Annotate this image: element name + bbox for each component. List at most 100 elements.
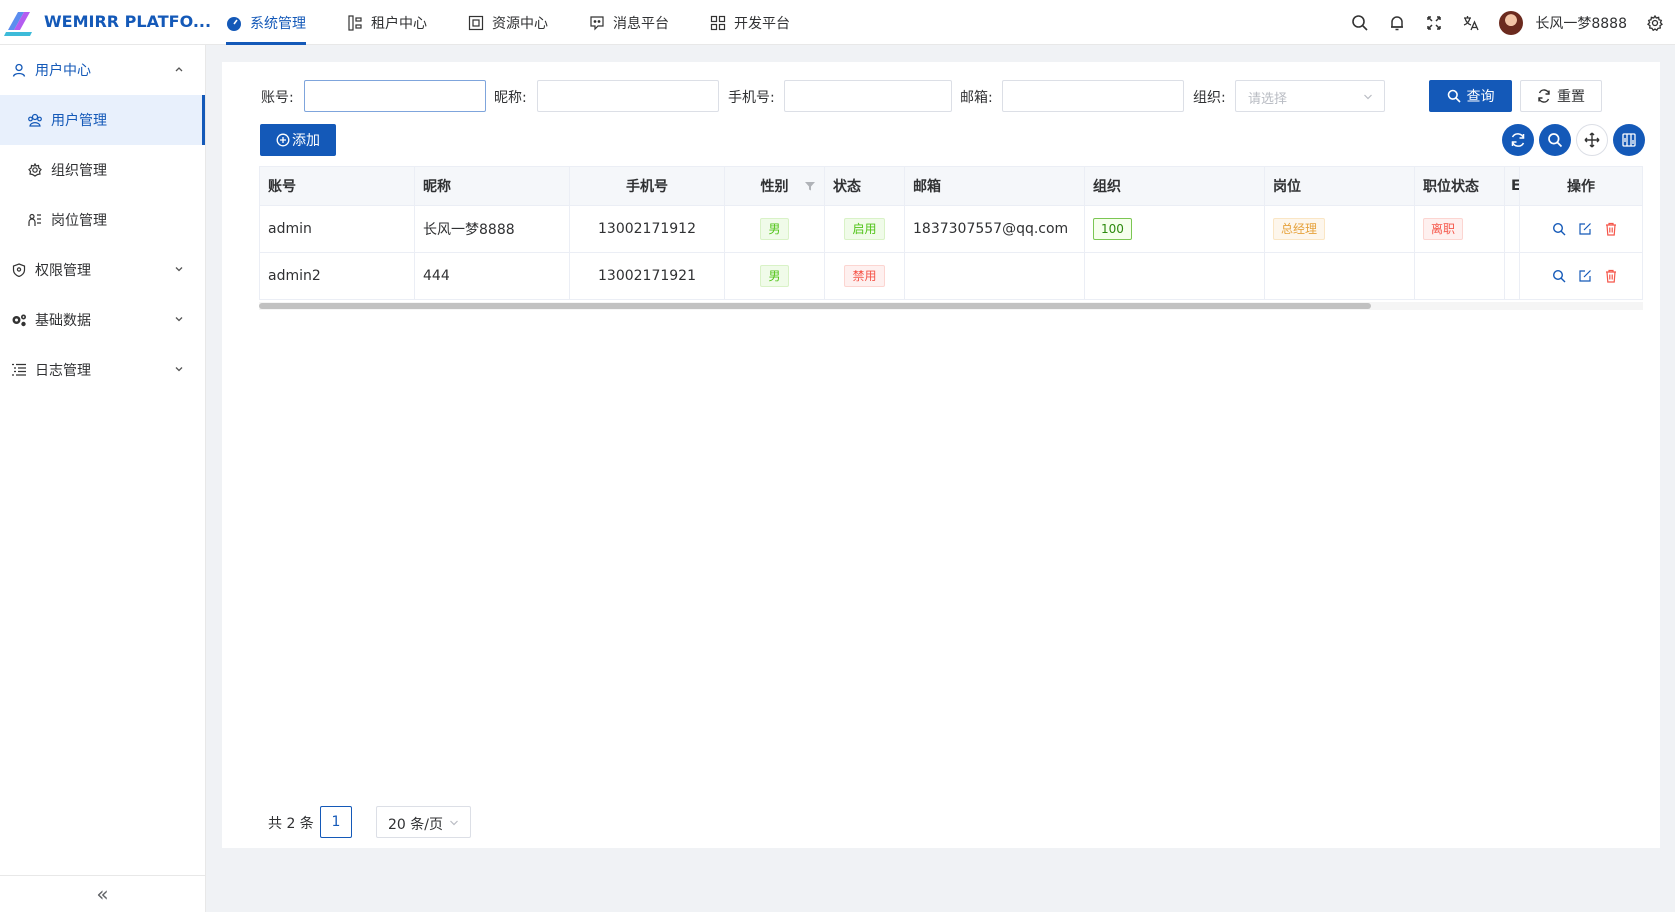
- reset-button[interactable]: 重置: [1520, 80, 1602, 112]
- view-icon[interactable]: [1552, 269, 1566, 283]
- top-nav: 系统管理 租户中心 资源中心 消息平台 开发平台: [226, 0, 831, 45]
- org-select[interactable]: 请选择: [1235, 80, 1385, 112]
- cell-email: [905, 253, 1085, 299]
- column-settings-icon: [1622, 133, 1636, 147]
- email-input[interactable]: [1002, 80, 1184, 112]
- sidebar-collapse-button[interactable]: «: [0, 875, 205, 912]
- topnav-message[interactable]: 消息平台: [589, 0, 669, 45]
- sidebar-group-label: 权限管理: [35, 263, 91, 279]
- topnav-label: 租户中心: [371, 15, 427, 32]
- column-header-actions: 操作: [1567, 179, 1595, 195]
- page-button-current[interactable]: 1: [320, 806, 352, 838]
- sidebar-group-logs[interactable]: 日志管理: [0, 345, 205, 395]
- shield-icon: [11, 262, 27, 278]
- search-icon: [1548, 133, 1563, 148]
- column-header-nickname[interactable]: 昵称: [415, 167, 570, 205]
- chevron-up-icon: [173, 63, 185, 75]
- column-header-truncated[interactable]: E: [1505, 167, 1520, 205]
- cell-truncated: [1505, 206, 1520, 252]
- column-header-mobile[interactable]: 手机号: [570, 167, 725, 205]
- sidebar-group-label: 日志管理: [35, 363, 91, 379]
- sidebar-group-user-center[interactable]: 用户中心: [0, 45, 205, 95]
- column-header-sex[interactable]: 性别: [725, 167, 825, 205]
- cell-sex: 男: [725, 253, 825, 299]
- table-row[interactable]: admin2 444 13002171921 男 禁用: [259, 253, 1643, 300]
- refresh-icon: [1511, 133, 1525, 147]
- filter-icon[interactable]: [804, 180, 816, 192]
- account-input[interactable]: [304, 80, 486, 112]
- dev-icon: [710, 15, 726, 31]
- post-icon: [27, 212, 43, 228]
- view-icon[interactable]: [1552, 222, 1566, 236]
- app-title: WEMIRR PLATFO...: [44, 12, 212, 31]
- delete-icon[interactable]: [1604, 222, 1618, 236]
- search-icon[interactable]: [1351, 14, 1369, 32]
- toggle-search-button[interactable]: [1539, 124, 1571, 156]
- sidebar-item-org-manage[interactable]: 组织管理: [0, 145, 205, 195]
- bell-icon[interactable]: [1388, 14, 1406, 32]
- sex-tag: 男: [760, 265, 789, 287]
- page-size-select[interactable]: 20 条/页: [376, 806, 471, 838]
- topnav-system[interactable]: 系统管理: [226, 0, 306, 45]
- edit-icon[interactable]: [1578, 269, 1592, 283]
- refresh-table-button[interactable]: [1502, 124, 1534, 156]
- sidebar-item-user-manage[interactable]: 用户管理: [0, 95, 205, 145]
- page-size-value: 20 条/页: [388, 817, 443, 833]
- column-header-sex-label: 性别: [760, 179, 789, 195]
- refresh-icon: [1537, 89, 1551, 103]
- sidebar-item-label: 用户管理: [51, 113, 107, 129]
- delete-icon[interactable]: [1604, 269, 1618, 283]
- add-button-label: 添加: [292, 133, 320, 149]
- sidebar-group-label: 用户中心: [35, 63, 91, 79]
- edit-icon[interactable]: [1578, 222, 1592, 236]
- search-form: 账号: 昵称: 手机号: 邮箱: 组织: 请选择 查询 重置: [222, 80, 1660, 112]
- column-settings-button[interactable]: [1613, 124, 1645, 156]
- account-label: 账号:: [261, 90, 294, 106]
- topnav-tenant[interactable]: 租户中心: [347, 0, 427, 45]
- gear-icon[interactable]: [1647, 14, 1663, 31]
- list-icon: [11, 362, 27, 378]
- sidebar-item-post-manage[interactable]: 岗位管理: [0, 195, 205, 245]
- cell-post-status: [1415, 253, 1505, 299]
- column-drag-button[interactable]: [1576, 124, 1608, 156]
- message-icon: [589, 15, 605, 31]
- plus-circle-icon: [276, 133, 290, 147]
- sidebar: 用户中心 用户管理 组织管理 岗位管理 权限管理 基础数据 日志管理 «: [0, 45, 206, 912]
- sidebar-group-basic-data[interactable]: 基础数据: [0, 295, 205, 345]
- column-header-status[interactable]: 状态: [825, 167, 905, 205]
- table-horizontal-scrollbar[interactable]: [259, 302, 1643, 310]
- avatar[interactable]: [1499, 10, 1524, 35]
- topnav-dev[interactable]: 开发平台: [710, 0, 790, 45]
- column-header-post-status[interactable]: 职位状态: [1415, 167, 1505, 205]
- topnav-resource[interactable]: 资源中心: [468, 0, 548, 45]
- cell-status: 禁用: [825, 253, 905, 299]
- cell-status: 启用: [825, 206, 905, 252]
- column-header-post[interactable]: 岗位: [1265, 167, 1415, 205]
- nickname-input[interactable]: [537, 80, 719, 112]
- cell-org: [1085, 253, 1265, 299]
- users-icon: [27, 112, 43, 128]
- cell-post: 总经理: [1265, 206, 1415, 252]
- topnav-label: 资源中心: [492, 15, 548, 32]
- reset-button-label: 重置: [1557, 89, 1585, 105]
- sidebar-group-permission[interactable]: 权限管理: [0, 245, 205, 295]
- logo-icon: [4, 12, 32, 36]
- search-icon: [1447, 89, 1461, 103]
- add-button[interactable]: 添加: [260, 124, 336, 156]
- gears-icon: [11, 312, 27, 328]
- column-header-email[interactable]: 邮箱: [905, 167, 1085, 205]
- table-row[interactable]: admin 长风一梦8888 13002171912 男 启用 18373075…: [259, 206, 1643, 253]
- mobile-input[interactable]: [784, 80, 952, 112]
- nickname-label: 昵称:: [494, 90, 527, 106]
- pagination-total: 共 2 条: [268, 816, 314, 832]
- cell-nickname: 444: [415, 253, 570, 299]
- cell-sex: 男: [725, 206, 825, 252]
- fullscreen-icon[interactable]: [1425, 14, 1443, 32]
- query-button[interactable]: 查询: [1429, 80, 1512, 112]
- column-header-org[interactable]: 组织: [1085, 167, 1265, 205]
- column-header-account[interactable]: 账号: [260, 167, 415, 205]
- translate-icon[interactable]: [1462, 14, 1480, 32]
- cell-account: admin2: [260, 253, 415, 299]
- scrollbar-thumb[interactable]: [259, 303, 1371, 309]
- username[interactable]: 长风一梦8888: [1535, 13, 1627, 33]
